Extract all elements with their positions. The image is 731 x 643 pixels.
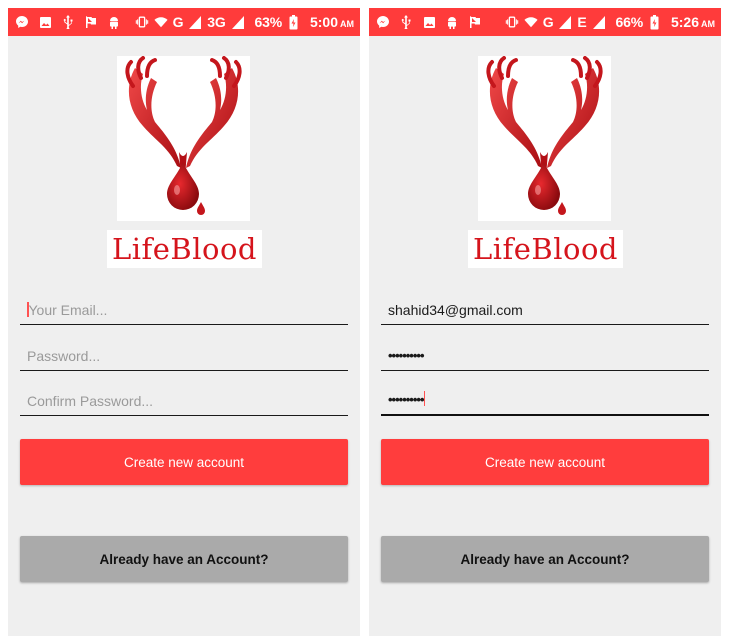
email-value: shahid34@gmail.com [388, 302, 523, 318]
already-have-account-button[interactable]: Already have an Account? [20, 536, 348, 582]
network-type-label: G [172, 14, 184, 30]
network-type-label-2: 3G [207, 14, 226, 30]
create-account-button[interactable]: Create new account [20, 439, 348, 485]
battery-charging-icon [648, 14, 662, 29]
status-bar: G 3G 63% 5:00 AM [8, 8, 360, 36]
signal-icon [188, 15, 202, 29]
clock: 5:00 AM [310, 14, 354, 30]
lifeblood-logo-text: LifeBlood [468, 230, 623, 268]
email-field[interactable]: Your Email... [20, 291, 348, 325]
email-field-text: Your Email... [27, 302, 107, 318]
password-value: •••••••••• [388, 348, 425, 363]
password-placeholder: Password... [27, 348, 101, 364]
wifi-icon [154, 15, 168, 29]
phone-screen-filled-form: G E 66% 5:26 AM LifeBlood shahid34@gmail… [369, 8, 721, 636]
network-type-label: G [542, 14, 554, 30]
image-icon [422, 15, 436, 29]
already-have-account-button[interactable]: Already have an Account? [381, 536, 709, 582]
lifeblood-logo-text: LifeBlood [107, 230, 262, 268]
flag-icon [468, 15, 482, 29]
password-field[interactable]: Password... [20, 337, 348, 371]
flag-icon [84, 15, 98, 29]
clock-time: 5:26 [670, 14, 699, 30]
signal-icon [558, 15, 572, 29]
messenger-icon [15, 15, 29, 29]
text-cursor [423, 391, 426, 406]
clock-ampm: AM [340, 19, 354, 29]
password-field[interactable]: •••••••••• [381, 337, 709, 371]
status-bar: G E 66% 5:26 AM [369, 8, 721, 36]
battery-charging-icon [287, 14, 301, 29]
phone-screen-empty-form: G 3G 63% 5:00 AM LifeBlood Your Email...… [8, 8, 360, 636]
vibrate-icon [135, 15, 149, 29]
confirm-password-value: •••••••••• [388, 392, 425, 407]
clock-ampm: AM [701, 19, 715, 29]
image-icon [38, 15, 52, 29]
battery-percent: 66% [615, 14, 644, 30]
email-placeholder: Your Email... [28, 302, 108, 318]
confirm-password-text: •••••••••• [388, 391, 426, 408]
clock: 5:26 AM [671, 14, 715, 30]
network-type-label-2: E [577, 14, 587, 30]
usb-icon [399, 15, 413, 29]
confirm-password-placeholder: Confirm Password... [27, 393, 154, 409]
email-field[interactable]: shahid34@gmail.com [381, 291, 709, 325]
vibrate-icon [505, 15, 519, 29]
messenger-icon [376, 15, 390, 29]
lifeblood-logo-image [478, 56, 611, 221]
android-icon [445, 15, 459, 29]
confirm-password-field[interactable]: Confirm Password... [20, 382, 348, 416]
signal-icon-2 [231, 15, 245, 29]
android-icon [107, 15, 121, 29]
battery-percent: 63% [254, 14, 283, 30]
clock-time: 5:00 [309, 14, 338, 30]
usb-icon [61, 15, 75, 29]
confirm-password-field[interactable]: •••••••••• [381, 382, 709, 416]
create-account-button[interactable]: Create new account [381, 439, 709, 485]
lifeblood-logo-image [117, 56, 250, 221]
wifi-icon [524, 15, 538, 29]
signal-icon-2 [592, 15, 606, 29]
